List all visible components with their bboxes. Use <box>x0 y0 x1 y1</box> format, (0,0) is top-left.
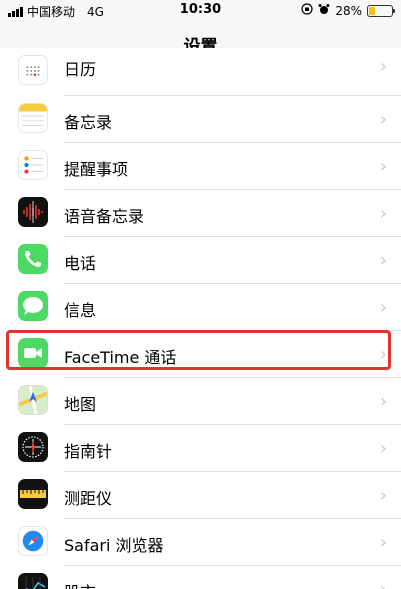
settings-row-label: 备忘录 <box>64 113 113 132</box>
compass-icon <box>18 432 48 462</box>
notes-icon <box>18 103 48 133</box>
chevron-right-icon: › <box>380 579 387 589</box>
settings-row-messages[interactable]: 信息 › <box>0 284 401 331</box>
chevron-right-icon: › <box>379 485 387 506</box>
reminders-icon <box>18 150 48 180</box>
settings-row-phone[interactable]: 电话 › <box>0 237 401 284</box>
alarm-icon <box>318 3 330 18</box>
settings-row-label: Safari 浏览器 <box>64 536 164 555</box>
chevron-right-icon: › <box>379 56 387 77</box>
settings-row-compass[interactable]: 指南针 › <box>0 425 401 472</box>
measure-icon <box>18 479 48 509</box>
settings-row-label: 提醒事项 <box>64 160 129 179</box>
settings-list[interactable]: 日历 › 备忘录 › 提醒事项 › 语音备忘录 › 电话 › 信息 › Face… <box>0 48 401 589</box>
chevron-right-icon: › <box>379 109 387 130</box>
battery-percent: 28% <box>335 3 362 18</box>
highlight-box <box>6 330 391 370</box>
settings-row-label: 测距仪 <box>64 489 113 508</box>
safari-icon <box>18 526 48 556</box>
settings-row-calendar[interactable]: 日历 › <box>0 48 401 96</box>
calendar-icon <box>18 55 48 85</box>
settings-row-measure[interactable]: 测距仪 › <box>0 472 401 519</box>
settings-row-label: 信息 <box>64 301 97 320</box>
settings-row-label: 日历 <box>64 60 97 79</box>
settings-row-label: 语音备忘录 <box>64 207 145 226</box>
settings-row-safari[interactable]: Safari 浏览器 › <box>0 519 401 566</box>
chevron-right-icon: › <box>379 250 387 271</box>
status-bar: 中国移动 4G 10:30 28% <box>0 0 401 20</box>
chevron-right-icon: › <box>379 156 387 177</box>
settings-row-label: 指南针 <box>64 442 113 461</box>
rotation-lock-icon <box>301 3 313 18</box>
settings-row-label: 股市 <box>64 579 96 589</box>
phone-icon <box>18 244 48 274</box>
chevron-right-icon: › <box>379 438 387 459</box>
maps-icon <box>18 385 48 415</box>
settings-row-stocks[interactable]: 股市 › <box>0 566 401 589</box>
chevron-right-icon: › <box>379 297 387 318</box>
settings-row-label: 电话 <box>64 254 97 273</box>
chevron-right-icon: › <box>379 391 387 412</box>
messages-icon <box>18 291 48 321</box>
settings-row-label: 地图 <box>64 395 97 414</box>
battery-icon <box>367 4 395 17</box>
chevron-right-icon: › <box>379 532 387 553</box>
settings-row-notes[interactable]: 备忘录 › <box>0 96 401 143</box>
settings-row-maps[interactable]: 地图 › <box>0 378 401 425</box>
settings-row-voice-memos[interactable]: 语音备忘录 › <box>0 190 401 237</box>
stocks-icon <box>18 573 48 589</box>
chevron-right-icon: › <box>379 203 387 224</box>
settings-row-reminders[interactable]: 提醒事项 › <box>0 143 401 190</box>
voice-memos-icon <box>18 197 48 227</box>
